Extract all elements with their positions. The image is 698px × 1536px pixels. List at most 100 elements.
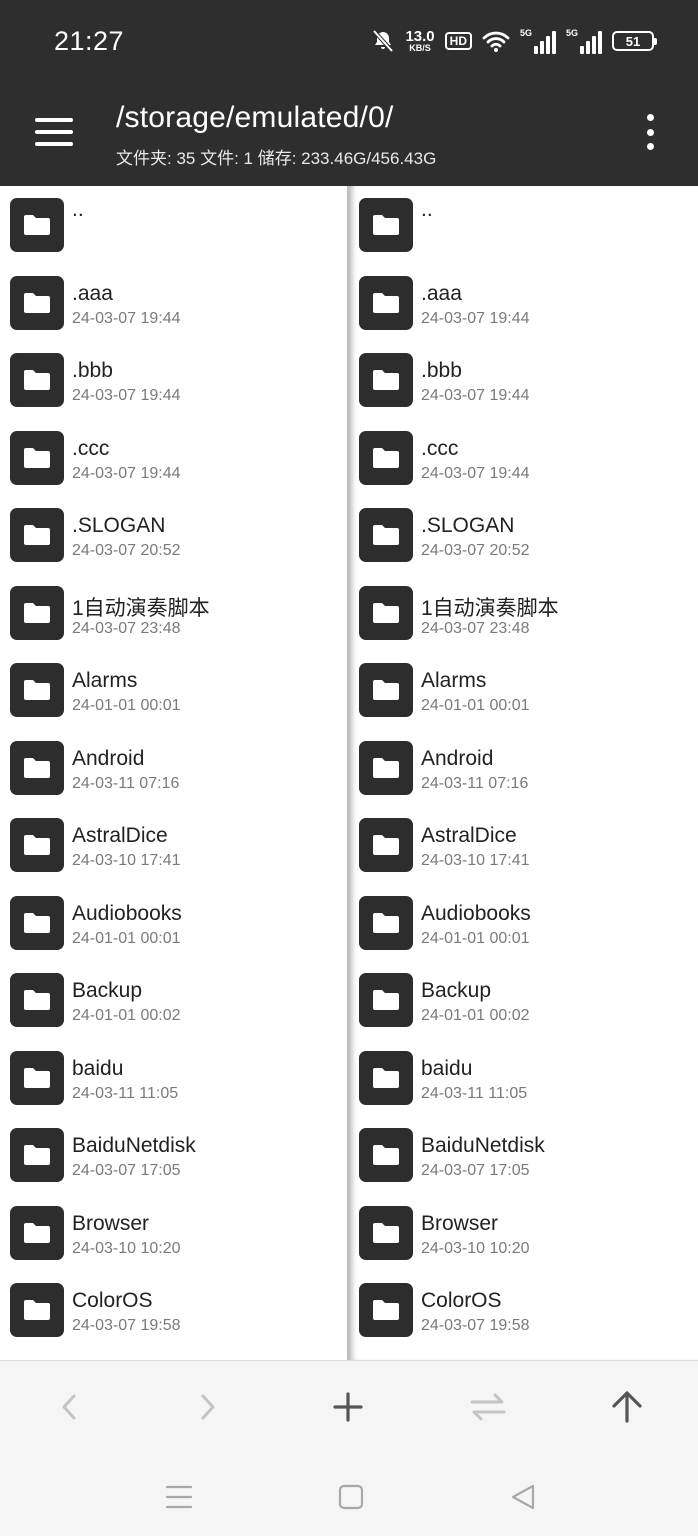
- folder-icon: [359, 275, 413, 330]
- swap-icon[interactable]: [466, 1385, 510, 1429]
- folder-row[interactable]: AstralDice 24-03-10 17:41: [0, 806, 349, 884]
- folder-icon: [10, 585, 64, 640]
- wifi-icon: [482, 31, 510, 52]
- signal-1-icon: 5G: [520, 28, 556, 54]
- folder-icon: [359, 430, 413, 485]
- folder-icon: [359, 353, 413, 407]
- folder-row[interactable]: .aaa 24-03-07 19:44: [0, 264, 349, 342]
- folder-row[interactable]: .aaa 24-03-07 19:44: [349, 264, 698, 342]
- folder-row[interactable]: Audiobooks 24-01-01 00:01: [0, 884, 349, 962]
- folder-row[interactable]: .ccc 24-03-07 19:44: [349, 419, 698, 497]
- folder-icon: [10, 1205, 64, 1260]
- folder-date: 24-01-01 00:01: [421, 929, 530, 947]
- folder-row[interactable]: 1自动演奏脚本 24-03-07 23:48: [0, 574, 349, 652]
- home-icon[interactable]: [331, 1477, 371, 1517]
- folder-icon: [10, 818, 64, 872]
- folder-date: 24-03-11 07:16: [421, 774, 529, 792]
- chevron-left-icon[interactable]: [47, 1385, 91, 1429]
- parent-folder-row[interactable]: ..: [349, 186, 698, 264]
- net-speed: 13.0 KB/S: [405, 29, 434, 53]
- plus-icon[interactable]: [326, 1385, 370, 1429]
- folder-row[interactable]: Android 24-03-11 07:16: [349, 729, 698, 807]
- folder-icon: [359, 1050, 413, 1105]
- folder-row[interactable]: Browser 24-03-10 10:20: [0, 1194, 349, 1272]
- hamburger-icon[interactable]: [35, 118, 73, 146]
- folder-name: 1自动演奏脚本: [421, 596, 559, 620]
- folder-row[interactable]: Backup 24-01-01 00:02: [349, 961, 698, 1039]
- folder-row[interactable]: .bbb 24-03-07 19:44: [0, 341, 349, 419]
- mute-bell-icon: [372, 29, 394, 53]
- folder-row[interactable]: Audiobooks 24-01-01 00:01: [349, 884, 698, 962]
- folder-icon: [10, 508, 64, 562]
- folder-name: Browser: [421, 1211, 499, 1235]
- folder-name: .ccc: [72, 436, 110, 460]
- right-file-pane[interactable]: .. .aaa 24-03-07 19:44 .bbb 24-03-07 19:44 .c…: [349, 186, 698, 1360]
- folder-row[interactable]: Backup 24-01-01 00:02: [0, 961, 349, 1039]
- folder-icon: [359, 198, 413, 252]
- folder-row[interactable]: AstralDice 24-03-10 17:41: [349, 806, 698, 884]
- folder-name: AstralDice: [421, 824, 517, 847]
- folder-name: Audiobooks: [421, 901, 531, 925]
- folder-date: 24-03-07 19:44: [72, 387, 181, 404]
- folder-date: 24-03-11 07:16: [72, 774, 180, 792]
- folder-icon: [10, 1128, 64, 1182]
- back-triangle-icon[interactable]: [503, 1477, 543, 1517]
- folder-date: 24-03-11 11:05: [421, 1084, 528, 1102]
- folder-row[interactable]: .ccc 24-03-07 19:44: [0, 419, 349, 497]
- folder-name: ..: [421, 198, 433, 221]
- folder-date: 24-03-07 23:48: [421, 619, 530, 637]
- folder-icon: [10, 1050, 64, 1105]
- folder-name: Audiobooks: [72, 901, 182, 925]
- folder-row[interactable]: ColorOS 24-03-07 19:58: [0, 1271, 349, 1349]
- storage-summary: 文件夹: 35 文件: 1 储存: 233.46G/456.43G: [116, 149, 437, 168]
- folder-date: 24-03-07 19:44: [72, 309, 181, 327]
- parent-folder-row[interactable]: ..: [0, 186, 349, 264]
- folder-row[interactable]: Browser 24-03-10 10:20: [349, 1194, 698, 1272]
- status-icons: 13.0 KB/S HD 5G 5G 51: [371, 24, 657, 58]
- folder-row[interactable]: .bbb 24-03-07 19:44: [349, 341, 698, 419]
- folder-row[interactable]: Alarms 24-01-01 00:01: [349, 651, 698, 729]
- folder-row[interactable]: Alarms 24-01-01 00:01: [0, 651, 349, 729]
- folder-icon: [359, 585, 413, 640]
- arrow-up-icon[interactable]: [605, 1385, 649, 1429]
- folder-row[interactable]: .SLOGAN 24-03-07 20:52: [349, 496, 698, 574]
- folder-name: Backup: [421, 979, 492, 1002]
- folder-row[interactable]: .SLOGAN 24-03-07 20:52: [0, 496, 349, 574]
- more-vertical-icon[interactable]: [640, 114, 660, 150]
- folder-name: ColorOS: [421, 1289, 502, 1312]
- folder-date: 24-01-01 00:02: [72, 1007, 181, 1024]
- folder-name: Android: [421, 746, 494, 770]
- folder-date: 24-03-07 19:44: [72, 464, 181, 482]
- folder-icon: [359, 895, 413, 950]
- folder-icon: [10, 275, 64, 330]
- left-file-pane[interactable]: .. .aaa 24-03-07 19:44 .bbb 24-03-07 19:44 .c…: [0, 186, 349, 1360]
- folder-row[interactable]: baidu 24-03-11 11:05: [0, 1039, 349, 1117]
- folder-icon: [10, 430, 64, 485]
- status-time: 21:27: [54, 26, 125, 56]
- folder-name: ..: [72, 198, 84, 221]
- folder-icon: [10, 973, 64, 1027]
- chevron-right-icon[interactable]: [186, 1385, 230, 1429]
- folder-icon: [359, 740, 413, 795]
- folder-name: .SLOGAN: [421, 514, 515, 537]
- folder-row[interactable]: baidu 24-03-11 11:05: [349, 1039, 698, 1117]
- app-header: 21:27 13.0 KB/S HD 5G 5G 51 /storage/emu…: [0, 0, 698, 186]
- folder-icon: [359, 818, 413, 872]
- folder-date: 24-03-07 17:05: [421, 1162, 530, 1179]
- signal-1-label: 5G: [520, 28, 533, 38]
- folder-name: .bbb: [72, 359, 113, 382]
- folder-name: Browser: [72, 1211, 150, 1235]
- battery-level: 51: [625, 33, 641, 49]
- folder-row[interactable]: 1自动演奏脚本 24-03-07 23:48: [349, 574, 698, 652]
- folder-date: 24-03-11 11:05: [72, 1084, 179, 1102]
- folder-row[interactable]: ColorOS 24-03-07 19:58: [349, 1271, 698, 1349]
- recents-icon[interactable]: [159, 1477, 199, 1517]
- folder-row[interactable]: Android 24-03-11 07:16: [0, 729, 349, 807]
- folder-row[interactable]: BaiduNetdisk 24-03-07 17:05: [349, 1116, 698, 1194]
- file-manager-app: 21:27 13.0 KB/S HD 5G 5G 51 /storage/emu…: [0, 0, 698, 1536]
- folder-row[interactable]: BaiduNetdisk 24-03-07 17:05: [0, 1116, 349, 1194]
- folder-date: 24-03-07 19:44: [421, 464, 530, 482]
- folder-date: 24-03-10 10:20: [72, 1239, 181, 1257]
- folder-icon: [10, 198, 64, 252]
- folder-name: BaiduNetdisk: [421, 1134, 545, 1157]
